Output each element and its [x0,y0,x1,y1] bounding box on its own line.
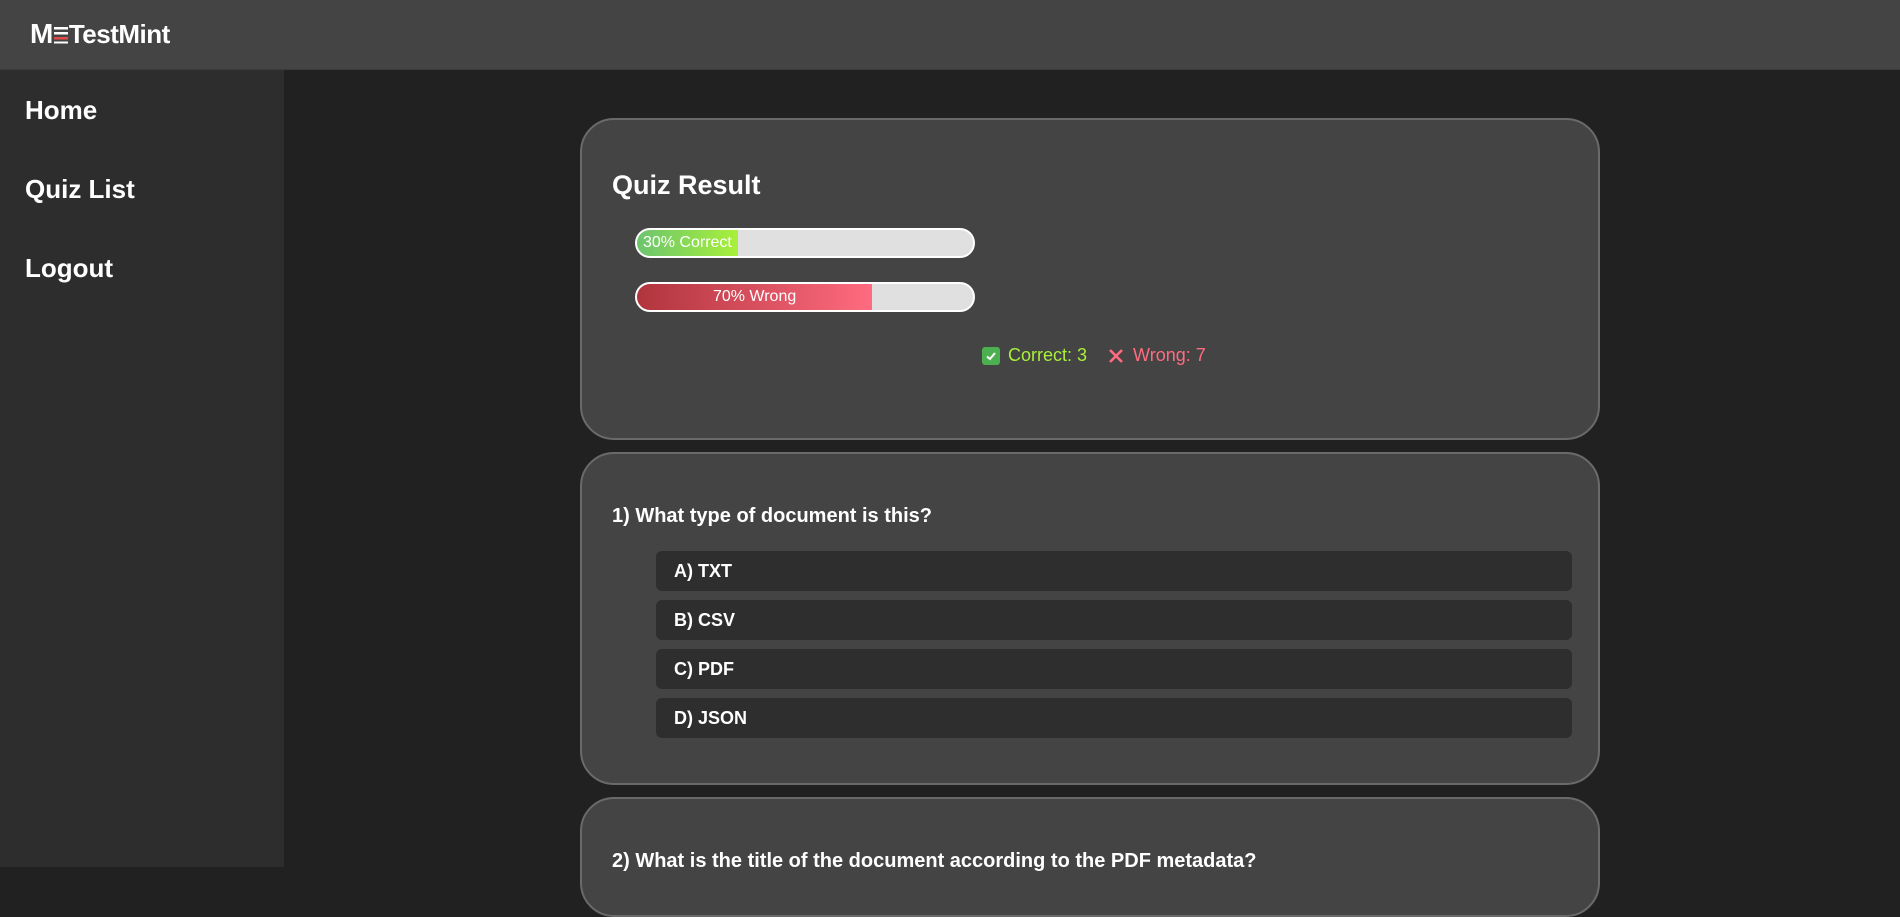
correct-bar-label: 30% Correct [642,234,732,251]
question-card-1: 1) What type of document is this? A) TXT… [580,452,1600,785]
cross-icon [1107,347,1125,365]
option-d[interactable]: D) JSON [656,698,1572,738]
brand-logo[interactable]: M TestMint [30,18,170,50]
option-b[interactable]: B) CSV [656,600,1572,640]
sidebar-item-quiz-list[interactable]: Quiz List [25,174,135,205]
option-c[interactable]: C) PDF [656,649,1572,689]
sidebar-item-logout[interactable]: Logout [25,253,113,284]
question-text: 1) What type of document is this? [612,505,933,527]
list-lines-icon [53,27,68,44]
wrong-progress-bar: 70% Wrong [635,282,975,312]
correct-progress-bar: 30% Correct [635,228,975,258]
wrong-bar-label: 70% Wrong [712,288,797,305]
question-text: 2) What is the title of the document acc… [612,850,1257,872]
wrong-count: Wrong: 7 [1107,345,1206,366]
question-card-2: 2) What is the title of the document acc… [580,797,1600,917]
brand-name: TestMint [68,18,170,49]
wrong-count-label: Wrong: 7 [1133,345,1206,365]
sidebar-item-home[interactable]: Home [25,95,97,126]
sidebar: Home Quiz List Logout [0,70,284,867]
result-summary: Correct: 3 Wrong: 7 [982,345,1206,366]
quiz-result-card: Quiz Result 30% Correct 70% Wrong Correc… [580,118,1600,440]
top-bar: M TestMint [0,0,1900,70]
correct-progress-fill: 30% Correct [637,230,738,256]
brand-prefix: M [30,18,53,49]
wrong-progress-fill: 70% Wrong [637,284,873,310]
option-a[interactable]: A) TXT [656,551,1572,591]
check-icon [982,346,1000,365]
correct-count: Correct: 3 [982,345,1087,366]
correct-count-label: Correct: 3 [1008,345,1088,365]
quiz-result-title: Quiz Result [612,170,761,200]
